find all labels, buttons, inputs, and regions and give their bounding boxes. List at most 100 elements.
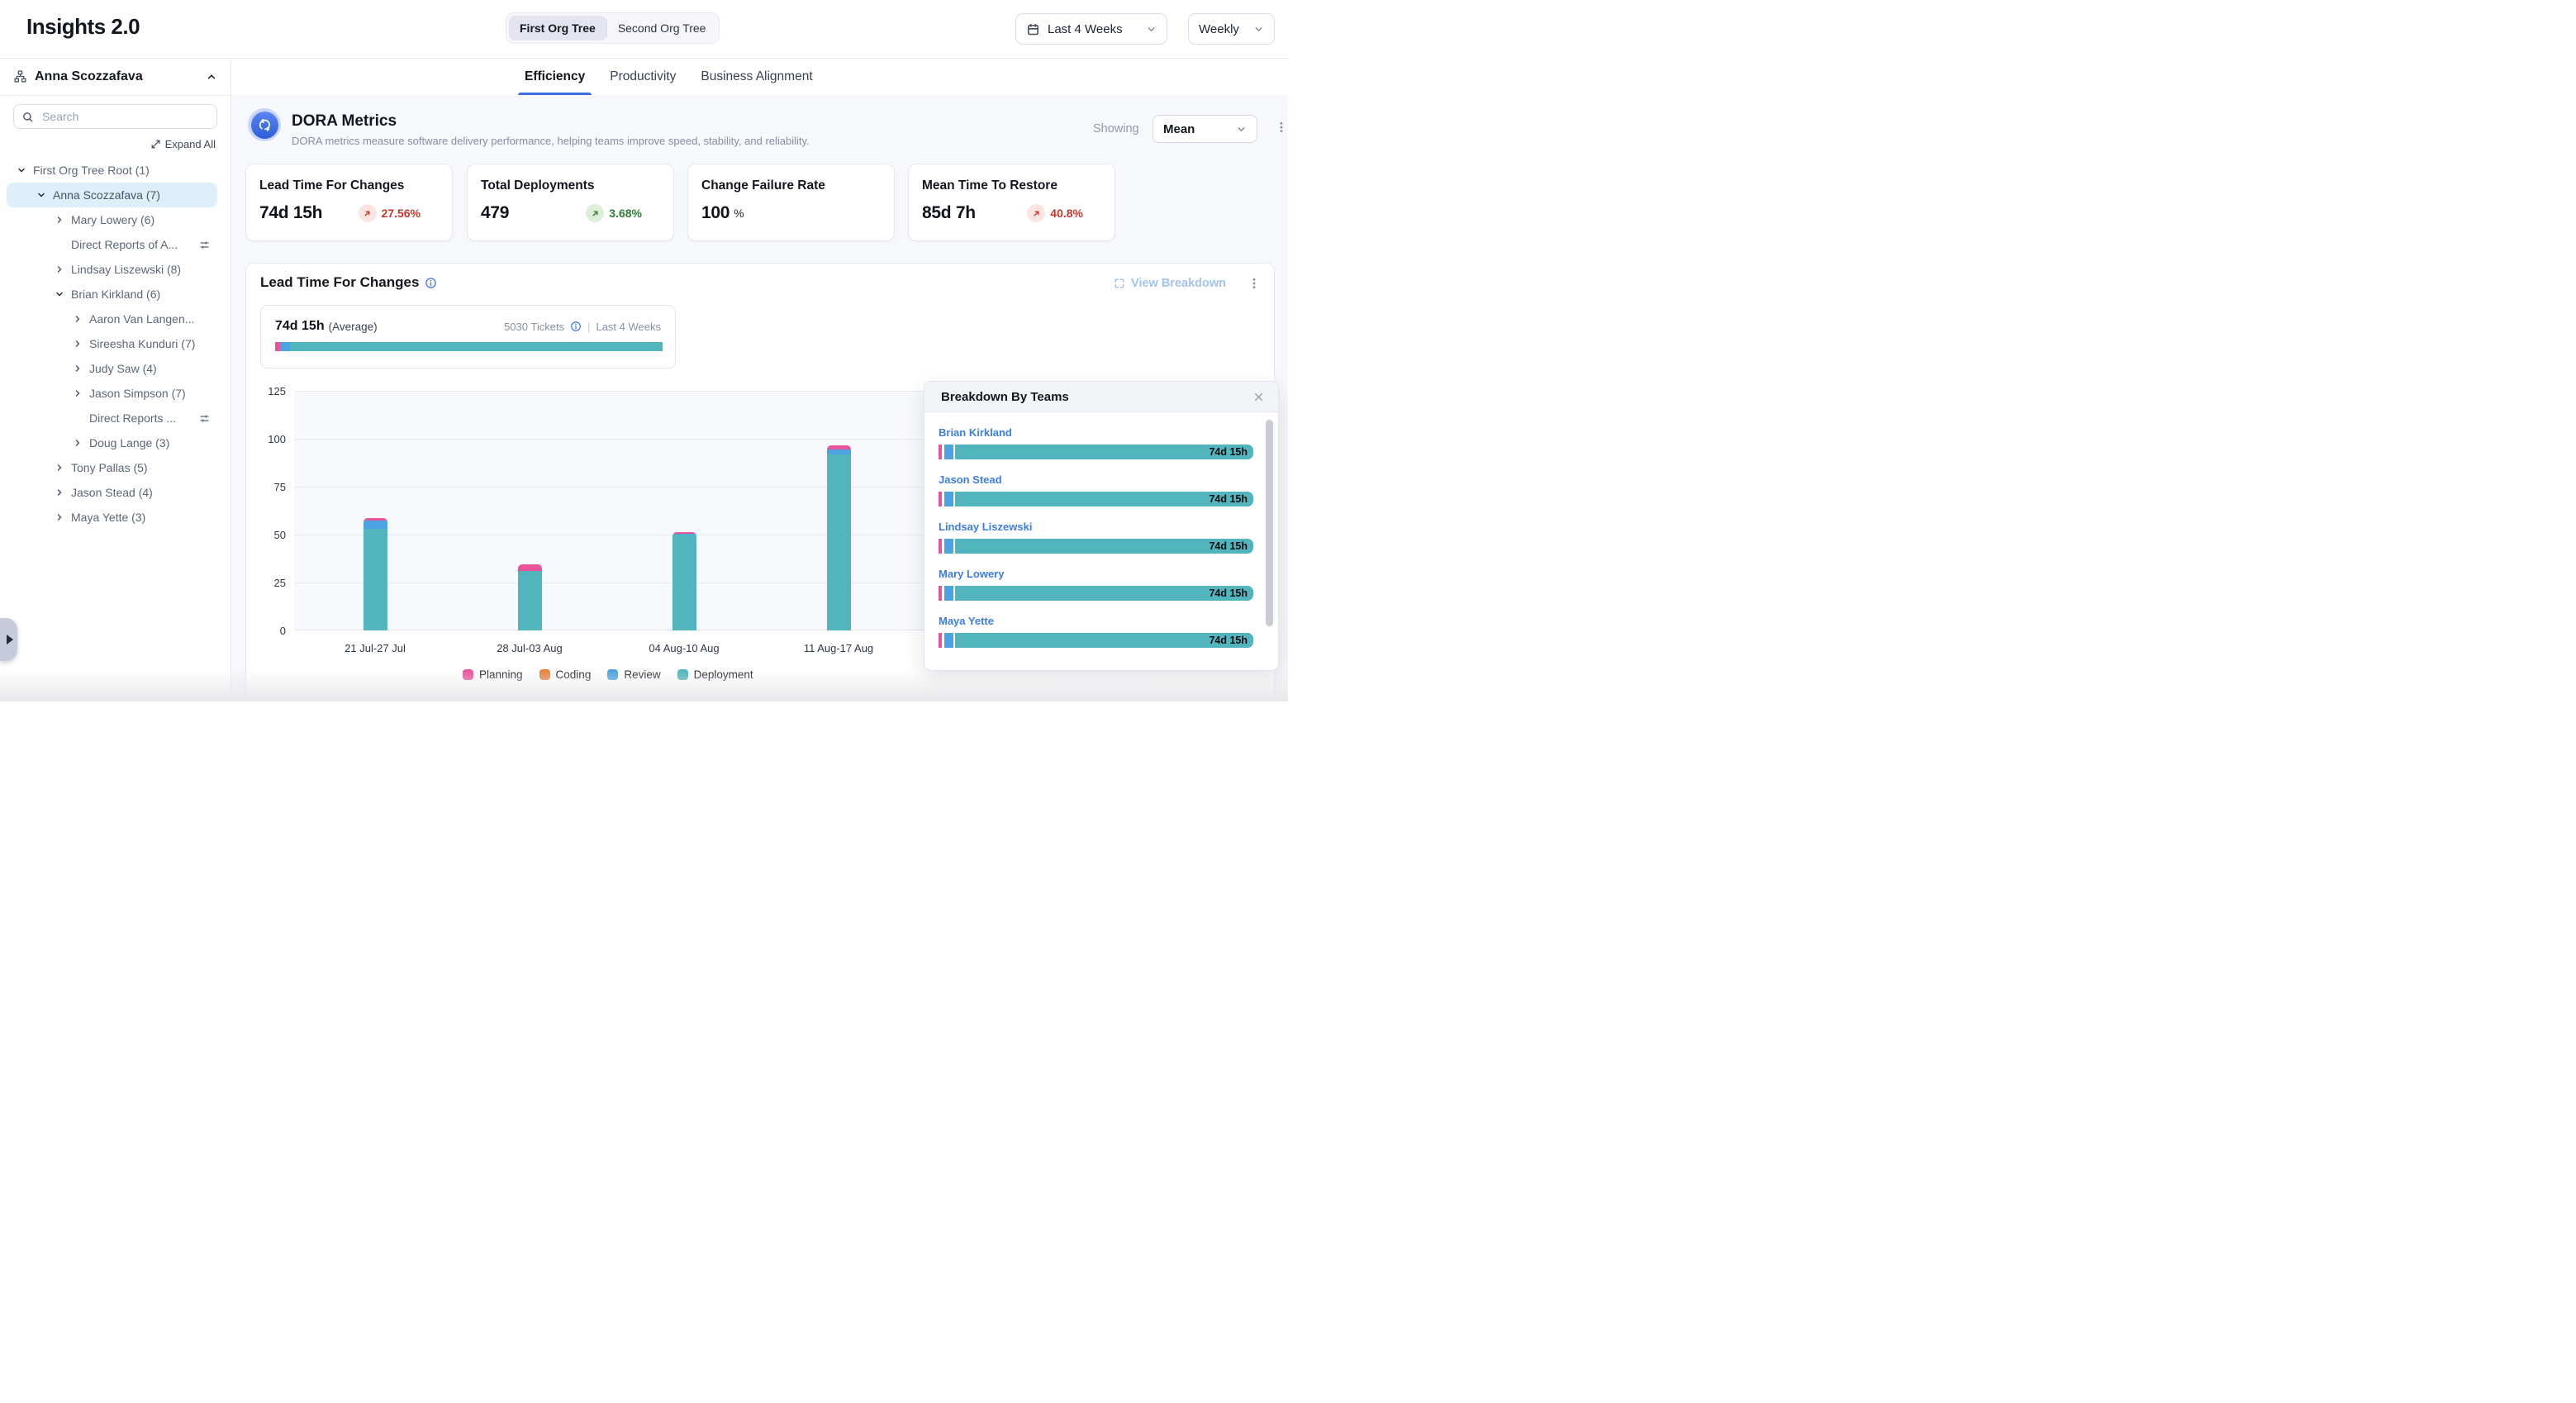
tree-item-lindsay-liszewski[interactable]: Lindsay Liszewski (8) — [7, 257, 217, 282]
card-change-failure-rate: Change Failure Rate 100 % — [687, 164, 895, 241]
tree-item-brian-kirkland[interactable]: Brian Kirkland (6) — [7, 282, 217, 307]
section-kebab-menu-icon[interactable] — [1248, 276, 1261, 291]
filter-sliders-icon[interactable] — [198, 412, 211, 425]
chevron-right-icon[interactable] — [73, 314, 83, 324]
team-name-link[interactable]: Brian Kirkland — [939, 426, 1253, 439]
toggle-second-org-tree[interactable]: Second Org Tree — [607, 16, 717, 40]
card-title: Mean Time To Restore — [922, 178, 1101, 193]
review-segment — [364, 521, 387, 529]
chevron-up-icon[interactable] — [206, 71, 217, 83]
granularity-value: Weekly — [1199, 22, 1239, 36]
planning-segment — [939, 445, 942, 459]
planning-segment — [518, 564, 542, 571]
tree-item-judy-saw[interactable]: Judy Saw (4) — [7, 356, 217, 381]
tree-item-doug-lange[interactable]: Doug Lange (3) — [7, 430, 217, 455]
info-icon[interactable] — [425, 277, 437, 289]
arrow-up-right-icon — [359, 204, 377, 222]
deployment-segment: 74d 15h — [955, 492, 1253, 507]
deployment-segment — [518, 571, 542, 630]
y-tick: 50 — [253, 529, 286, 541]
dora-kebab-menu-icon[interactable] — [1275, 120, 1288, 135]
team-name-link[interactable]: Lindsay Liszewski — [939, 521, 1253, 533]
chevron-right-icon[interactable] — [55, 264, 64, 274]
review-segment — [944, 586, 953, 601]
tab-productivity[interactable]: Productivity — [610, 58, 676, 95]
org-tree-toggle: First Org Tree Second Org Tree — [506, 12, 720, 44]
team-name-link[interactable]: Maya Yette — [939, 615, 1253, 627]
tree-item-direct-reports-of-a[interactable]: Direct Reports of A... — [7, 232, 217, 257]
showing-mean-select[interactable]: Mean — [1153, 115, 1257, 143]
tree-item-jason-simpson[interactable]: Jason Simpson (7) — [7, 381, 217, 406]
breakdown-by-teams-panel: Breakdown By Teams Brian Kirkland74d 15h… — [924, 381, 1279, 671]
tree-item-aaron-van-langen[interactable]: Aaron Van Langen... — [7, 307, 217, 331]
tree-item-label: Jason Simpson (7) — [89, 387, 186, 400]
tree-item-maya-yette[interactable]: Maya Yette (3) — [7, 505, 217, 530]
legend-item-coding[interactable]: Coding — [539, 668, 592, 681]
top-bar: Insights 2.0 First Org Tree Second Org T… — [0, 0, 1288, 59]
deployment-segment — [673, 535, 696, 630]
tab-efficiency[interactable]: Efficiency — [525, 58, 585, 95]
chevron-down-icon — [1253, 24, 1264, 35]
granularity-select[interactable]: Weekly — [1188, 13, 1275, 45]
average-value: 74d 15h — [275, 319, 325, 334]
card-value: 74d 15h — [259, 203, 322, 223]
tree-item-tony-pallas[interactable]: Tony Pallas (5) — [7, 455, 217, 480]
chevron-down-icon — [1146, 24, 1157, 35]
date-range-select[interactable]: Last 4 Weeks — [1015, 13, 1167, 45]
sidebar-collapse-handle[interactable] — [0, 618, 17, 661]
tree-item-mary-lowery[interactable]: Mary Lowery (6) — [7, 207, 217, 232]
deployment-swatch — [677, 669, 688, 680]
chevron-right-icon[interactable] — [73, 388, 83, 398]
triangle-right-icon — [7, 635, 13, 644]
card-mean-time-to-restore: Mean Time To Restore 85d 7h 40.8% — [908, 164, 1115, 241]
chevron-down-icon[interactable] — [17, 165, 26, 175]
close-icon[interactable] — [1252, 391, 1265, 403]
team-name-link[interactable]: Jason Stead — [939, 473, 1253, 486]
chevron-right-icon[interactable] — [55, 487, 64, 497]
card-title: Lead Time For Changes — [259, 178, 439, 193]
tab-business-alignment[interactable]: Business Alignment — [701, 58, 812, 95]
legend-item-review[interactable]: Review — [607, 668, 660, 681]
chevron-down-icon[interactable] — [36, 190, 46, 200]
legend-item-deployment[interactable]: Deployment — [677, 668, 753, 681]
tree-item-first-org-tree-root[interactable]: First Org Tree Root (1) — [7, 158, 217, 183]
x-tick: 04 Aug-10 Aug — [626, 642, 742, 654]
info-icon[interactable] — [570, 321, 582, 332]
sidebar-user-name: Anna Scozzafava — [35, 69, 143, 84]
expand-all-button[interactable]: Expand All — [15, 138, 216, 150]
chevron-right-icon[interactable] — [55, 512, 64, 522]
divider: | — [587, 321, 590, 333]
legend-item-planning[interactable]: Planning — [463, 668, 523, 681]
chevron-right-icon[interactable] — [55, 463, 64, 473]
chevron-right-icon[interactable] — [73, 364, 83, 373]
view-breakdown-button[interactable]: View Breakdown — [1114, 277, 1226, 290]
tree-item-direct-reports[interactable]: Direct Reports ... — [7, 406, 217, 430]
date-range-value: Last 4 Weeks — [1048, 22, 1123, 36]
team-name-link[interactable]: Mary Lowery — [939, 568, 1253, 580]
toggle-first-org-tree[interactable]: First Org Tree — [509, 16, 606, 40]
panel-scrollbar-thumb[interactable] — [1266, 420, 1273, 626]
chevron-right-icon[interactable] — [55, 215, 64, 225]
card-value: 479 — [481, 203, 509, 223]
org-hierarchy-icon — [13, 69, 27, 83]
dora-metrics-title: DORA Metrics — [292, 112, 397, 131]
tree-item-sireesha-kunduri[interactable]: Sireesha Kunduri (7) — [7, 331, 217, 356]
chevron-down-icon — [1236, 124, 1247, 135]
arrow-up-right-icon — [1027, 204, 1045, 222]
tickets-count: 5030 Tickets — [504, 321, 564, 333]
filter-sliders-icon[interactable] — [198, 239, 211, 251]
sidebar-header[interactable]: Anna Scozzafava — [0, 58, 231, 96]
tree-item-label: Lindsay Liszewski (8) — [71, 263, 181, 276]
trend-badge: 3.68% — [586, 204, 642, 222]
tree-item-jason-stead[interactable]: Jason Stead (4) — [7, 480, 217, 505]
chevron-down-icon[interactable] — [55, 289, 64, 299]
card-title: Total Deployments — [481, 178, 660, 193]
search-input[interactable] — [40, 109, 209, 124]
arrow-up-right-icon — [586, 204, 604, 222]
chevron-right-icon[interactable] — [73, 438, 83, 448]
chevron-right-icon[interactable] — [73, 339, 83, 349]
card-title: Change Failure Rate — [701, 178, 881, 193]
delta-value: 27.56% — [382, 207, 421, 220]
review-segment — [944, 492, 953, 507]
tree-item-anna-scozzafava[interactable]: Anna Scozzafava (7) — [7, 183, 217, 207]
